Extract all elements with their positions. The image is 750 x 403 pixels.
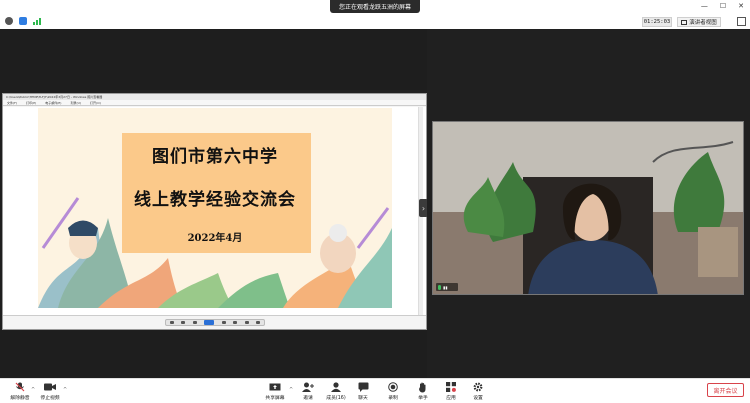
share-screen-label: 共享屏幕 — [265, 396, 285, 401]
gear-icon — [473, 382, 483, 392]
menu-burn[interactable]: 刻录(U) — [70, 100, 81, 105]
raise-hand-label: 举手 — [418, 396, 428, 401]
delete-icon[interactable] — [256, 321, 261, 324]
record-icon — [388, 382, 398, 392]
microphone-muted-icon — [15, 382, 25, 392]
fit-icon[interactable] — [181, 321, 186, 324]
video-panel: ▮▮ — [427, 29, 750, 378]
rotate-left-icon[interactable] — [233, 321, 238, 324]
members-icon — [330, 382, 342, 392]
audio-level-icon: ▮▮ — [443, 284, 448, 290]
video-options-chevron-icon[interactable]: ^ — [63, 387, 67, 393]
stop-video-label: 停止视频 — [40, 396, 60, 401]
meeting-timer: 01:25:03 — [642, 17, 672, 27]
participant-video-frame — [433, 122, 743, 294]
record-label: 录制 — [388, 396, 398, 401]
menu-print[interactable]: 打印(P) — [26, 100, 36, 105]
share-screen-icon — [269, 382, 281, 392]
rotate-right-icon[interactable] — [244, 321, 249, 324]
menu-email[interactable]: 电子邮件(E) — [45, 100, 61, 105]
slide-line-2: 线上教学经验交流会 — [134, 190, 296, 210]
shared-window: C:\Users\Public\TEMP\TLFJ7\2022年3月27日 - … — [2, 93, 427, 330]
speaker-view-label: 演讲者视图 — [689, 20, 717, 26]
shared-window-menu: 文件(F) 打印(P) 电子邮件(E) 刻录(U) 打开(O) — [3, 100, 426, 106]
top-bar: 您正在观看龙跃五洲的屏幕 — ☐ ✕ 01:25:03 演讲者视图 — [0, 0, 750, 29]
settings-label: 设置 — [473, 396, 483, 401]
window-controls: — ☐ ✕ — [701, 2, 744, 10]
chat-label: 聊天 — [358, 396, 368, 401]
participant-video[interactable]: ▮▮ — [432, 121, 744, 295]
slide-line-1: 图们市第六中学 — [152, 147, 278, 167]
apps-label: 应用 — [446, 396, 456, 401]
fullscreen-icon[interactable] — [737, 17, 746, 26]
viewer-toolbar — [3, 315, 426, 329]
info-icon[interactable] — [5, 17, 13, 25]
shared-screen-panel: C:\Users\Public\TEMP\TLFJ7\2022年3月27日 - … — [0, 29, 428, 378]
chat-icon — [358, 382, 369, 392]
slideshow-icon[interactable] — [204, 320, 215, 325]
photo-viewer-body: 图们市第六中学 线上教学经验交流会 2022年4月 — [3, 107, 426, 315]
bottom-toolbar: 解除静音 ^ 停止视频 ^ 共享屏幕 ^ 邀请 成员(16) 聊天 录制 举手 … — [0, 378, 750, 403]
speaker-view-button[interactable]: 演讲者视图 — [677, 17, 721, 27]
signal-icon[interactable] — [33, 17, 41, 25]
grid-icon — [681, 19, 688, 25]
presentation-slide: 图们市第六中学 线上教学经验交流会 2022年4月 — [38, 108, 392, 308]
next-icon[interactable] — [221, 321, 226, 324]
slide-line-3: 2022年4月 — [187, 233, 243, 244]
chevron-right-icon: › — [421, 203, 426, 213]
menu-open[interactable]: 打开(O) — [90, 100, 101, 105]
maximize-icon[interactable]: ☐ — [720, 2, 726, 10]
meeting-stage: C:\Users\Public\TEMP\TLFJ7\2022年3月27日 - … — [0, 29, 750, 378]
menu-file[interactable]: 文件(F) — [7, 100, 17, 105]
close-icon[interactable]: ✕ — [738, 2, 744, 10]
settings-button[interactable]: 设置 — [458, 382, 498, 402]
top-left-icons — [5, 17, 41, 25]
participant-audio-status: ▮▮ — [436, 283, 458, 291]
viewer-controls — [165, 319, 265, 326]
unmute-label: 解除静音 — [10, 396, 30, 401]
add-user-icon — [302, 382, 314, 392]
zoom-icon[interactable] — [169, 321, 174, 324]
hand-icon — [418, 382, 428, 392]
minimize-icon[interactable]: — — [701, 2, 708, 10]
invite-label: 邀请 — [303, 396, 313, 401]
meeting-window: 您正在观看龙跃五洲的屏幕 — ☐ ✕ 01:25:03 演讲者视图 C:\Use… — [0, 0, 750, 403]
apps-icon — [446, 382, 456, 392]
leave-meeting-button[interactable]: 离开会议 — [707, 383, 744, 397]
mic-active-icon — [438, 284, 441, 290]
previous-icon[interactable] — [192, 321, 197, 324]
shield-icon[interactable] — [19, 17, 27, 25]
sharing-banner: 您正在观看龙跃五洲的屏幕 — [330, 0, 420, 13]
video-camera-icon — [44, 382, 56, 392]
